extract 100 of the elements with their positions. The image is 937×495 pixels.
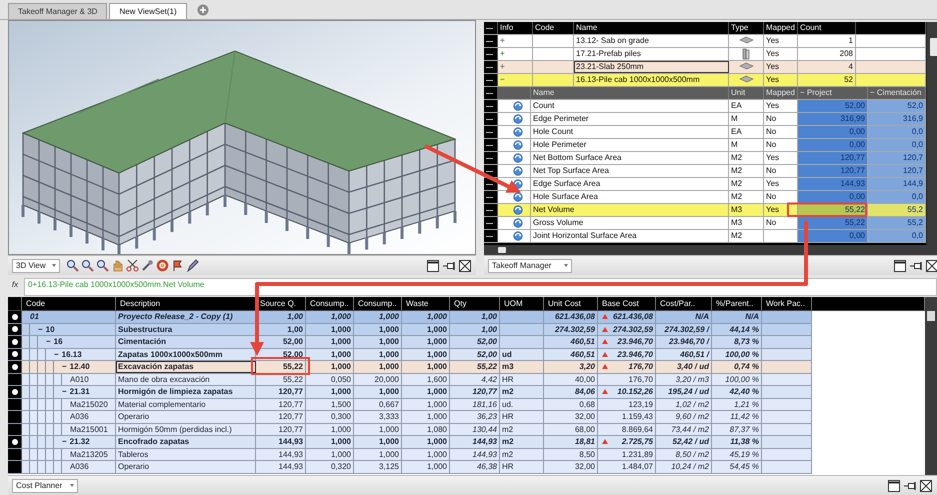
column-header[interactable]: Consump.. [354, 297, 402, 310]
row-selector[interactable] [484, 191, 498, 204]
column-header[interactable]: Mapped [764, 87, 798, 100]
column-header[interactable]: Unit Cost [544, 297, 598, 310]
scrollbar[interactable] [925, 297, 937, 475]
table-row[interactable]: − 21.31 Hormigón de limpieza zapatas 120,77 1,000 1,000 1,000 120,77 m2 84,06 10.152,26 195,24 / ud 42,40 % [8, 386, 812, 398]
ring-icon[interactable] [156, 259, 169, 272]
expand-toggle[interactable]: − [62, 386, 67, 398]
expand-toggle[interactable]: − [54, 348, 59, 360]
column-header[interactable]: Name [531, 87, 729, 100]
row-selector[interactable] [8, 436, 22, 448]
row-selector[interactable] [8, 311, 22, 322]
row-selector[interactable] [484, 204, 498, 216]
tab[interactable]: Takeoff Manager & 3D [8, 3, 108, 20]
row-selector[interactable] [8, 424, 22, 435]
table-row[interactable]: A036 Operario 120,77 0,300 3,333 1,000 36,23 HR 32,00 1.159,43 9,60 / m2 11,42 % [8, 411, 812, 424]
column-header[interactable]: Type [729, 22, 764, 34]
table-cell: 52,00 [256, 348, 306, 360]
column-header[interactable]: − Cimentación [868, 87, 926, 100]
row-selector[interactable] [8, 324, 22, 335]
table-row[interactable]: − 10 Subestructura 1,00 1,000 1,000 1,000 1,00 274.302,59 274.302,59 274.302,59 / 44,14 % [8, 324, 812, 336]
column-header[interactable]: Description [116, 297, 256, 310]
row-selector[interactable] [484, 126, 498, 138]
add-tab-icon[interactable] [196, 4, 209, 16]
column-header[interactable]: Count [798, 22, 856, 34]
table-row[interactable]: Ma215001 Hormigón 50mm (perdidas incl.) 120,77 1,000 1,000 1,080 130,44 m2 68,00 8.869,64 73,44 / m2 87,37 % [8, 424, 812, 436]
row-selector[interactable] [484, 61, 498, 74]
column-header[interactable]: Mapped [764, 22, 798, 34]
column-header[interactable]: UOM [500, 297, 544, 310]
row-selector[interactable] [8, 361, 22, 372]
table-cell: m2 [500, 436, 544, 448]
row-selector[interactable] [484, 139, 498, 152]
magnifier-icon[interactable] [81, 259, 94, 272]
row-selector[interactable] [484, 22, 498, 34]
restore-icon[interactable] [887, 478, 901, 492]
table-cell: 17.21-Prefab piles [574, 48, 729, 60]
row-selector[interactable] [484, 74, 498, 86]
row-selector[interactable] [484, 35, 498, 48]
table-row[interactable]: − 16.13 Zapatas 1000x1000x500mm 52,00 1,000 1,000 1,000 52,00 ud 460,51 23.946,70 460,51 / 100,00 % [8, 348, 812, 361]
expand-toggle[interactable]: + [498, 48, 533, 60]
column-header[interactable]: Unit [729, 87, 764, 100]
scrollbar[interactable] [484, 245, 937, 256]
row-selector[interactable] [484, 48, 498, 60]
table-row[interactable]: A036 Operario 144,93 0,320 3,125 1,000 46,38 HR 32,00 1.484,07 10,24 / m2 54,45 % [8, 461, 812, 474]
expand-toggle[interactable]: − [62, 361, 67, 372]
table-cell: 1,000 [306, 311, 354, 322]
magnifier-icon[interactable] [96, 259, 109, 272]
row-selector[interactable] [8, 448, 22, 460]
table-cell: 1,000 [402, 311, 450, 322]
magnifier-icon[interactable] [66, 259, 79, 272]
row-selector[interactable] [484, 100, 498, 112]
column-header[interactable]: Code [533, 22, 574, 34]
column-header[interactable]: Base Cost [598, 297, 656, 310]
close-icon[interactable] [458, 258, 472, 273]
column-header[interactable]: Qty [450, 297, 500, 310]
model-viewport[interactable] [9, 21, 475, 254]
column-header[interactable]: Name [574, 22, 729, 34]
expand-toggle[interactable]: − [46, 336, 51, 348]
row-selector[interactable] [8, 398, 22, 410]
table-row[interactable]: A010 Mano de obra excavación 55,22 0,050 20,000 1,600 4,42 HR 40,00 176,70 3,20 / m3 100,00 % [8, 374, 812, 386]
table-row[interactable]: Ma215020 Material complementario 120,77 1,500 0,667 1,000 181,16 ud. 0,68 123,19 1,02 / m2 1,21 % [8, 398, 812, 411]
row-selector[interactable] [484, 152, 498, 164]
row-selector[interactable] [8, 374, 22, 385]
column-header[interactable]: − Project [798, 87, 868, 100]
panel-dropdown[interactable]: Takeoff Manager [488, 258, 572, 273]
caret-icon [52, 264, 56, 268]
column-header[interactable]: Code [22, 297, 116, 310]
panel-dropdown[interactable]: Cost Planner [12, 478, 78, 492]
scissors-icon[interactable] [126, 259, 139, 272]
column-header[interactable]: Work Pac.. [762, 297, 812, 310]
column-header[interactable]: Cost/Par.. [656, 297, 712, 310]
panel-dropdown[interactable]: 3D View [12, 258, 60, 273]
close-icon[interactable] [919, 478, 933, 492]
expand-toggle[interactable]: + [498, 35, 533, 48]
row-selector[interactable] [484, 113, 498, 126]
restore-icon[interactable] [426, 258, 440, 273]
restore-icon[interactable] [893, 258, 907, 273]
flag-icon[interactable] [171, 259, 184, 272]
row-selector[interactable] [484, 217, 498, 230]
table-row[interactable]: − 12.40 Excavación zapatas 55,22 1,000 1,000 1,000 55,22 m3 3,20 176,70 3,40 / ud 0,74 % [8, 361, 812, 374]
table-row[interactable]: − 16 Cimentación 52,00 1,000 1,000 1,000 52,00 460,51 23.946,70 23.946,70 / 8,73 % [8, 336, 812, 348]
pencil-icon[interactable] [186, 259, 199, 272]
column-header[interactable]: Source Q. [256, 297, 306, 310]
column-header[interactable]: Waste [402, 297, 450, 310]
column-header[interactable]: Consump.. [306, 297, 354, 310]
close-icon[interactable] [925, 258, 937, 273]
column-header[interactable]: %/Parent.. [712, 297, 762, 310]
row-selector[interactable] [8, 348, 22, 360]
row-selector[interactable] [484, 230, 498, 242]
expand-toggle[interactable]: − [62, 436, 67, 448]
table-row[interactable]: Ma213205 Tableros 144,93 1,000 1,000 1,000 144,93 m2 8,50 1.231,89 8,50 / m2 45,19 % [8, 448, 812, 461]
table-row[interactable]: 01 Proyecto Release_2 - Copy (1) 1,00 1,000 1,000 1,000 1,00 621.436,08 621.436,08 N/A N/A [8, 311, 812, 324]
table-row[interactable]: − 21.32 Encofrado zapatas 144,93 1,000 1,000 1,000 144,93 m2 18,81 2.725,75 52,42 / ud 11,38 % [8, 436, 812, 448]
row-selector[interactable] [484, 87, 498, 100]
tab[interactable]: New ViewSet(1) [109, 3, 187, 20]
row-selector[interactable] [8, 386, 22, 398]
column-header[interactable]: Info [498, 22, 533, 34]
table-cell: 1,000 [402, 448, 450, 460]
row-selector[interactable] [8, 336, 22, 348]
expand-toggle[interactable]: − [38, 324, 43, 335]
